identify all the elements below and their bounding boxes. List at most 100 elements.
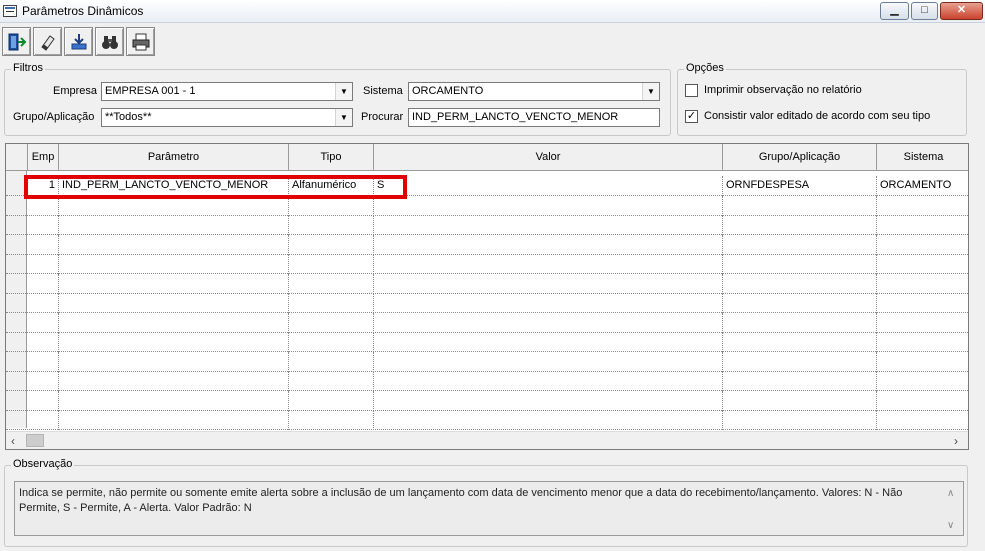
- table-cell-valor[interactable]: [374, 215, 723, 235]
- table-row[interactable]: [6, 234, 968, 255]
- table-cell-emp[interactable]: [28, 254, 59, 274]
- column-header-tipo[interactable]: Tipo: [289, 144, 374, 171]
- table-row[interactable]: [6, 332, 968, 352]
- procurar-input[interactable]: IND_PERM_LANCTO_VENCTO_MENOR: [408, 108, 660, 127]
- table-cell-parametro[interactable]: [59, 293, 289, 313]
- table-row[interactable]: [6, 371, 968, 391]
- empresa-select[interactable]: EMPRESA 001 - 1 ▼: [101, 82, 353, 101]
- table-cell-grupo[interactable]: [723, 234, 877, 255]
- table-cell-emp[interactable]: [28, 293, 59, 313]
- table-row[interactable]: [6, 215, 968, 235]
- column-header-emp[interactable]: Emp: [28, 144, 59, 171]
- scroll-right-icon[interactable]: ›: [954, 434, 958, 448]
- table-cell-parametro[interactable]: [59, 351, 289, 372]
- table-cell-grupo[interactable]: ORNFDESPESA: [723, 176, 877, 196]
- table-cell-tipo[interactable]: [289, 293, 374, 313]
- table-cell-grupo[interactable]: [723, 312, 877, 333]
- table-row[interactable]: [6, 390, 968, 411]
- table-cell-valor[interactable]: [374, 234, 723, 255]
- table-cell-emp[interactable]: [28, 371, 59, 391]
- table-row[interactable]: [6, 254, 968, 274]
- table-cell-emp[interactable]: [28, 273, 59, 294]
- clear-button[interactable]: [33, 27, 62, 56]
- table-cell-valor[interactable]: [374, 254, 723, 274]
- table-cell-sistema[interactable]: [877, 293, 968, 313]
- table-cell-emp[interactable]: [28, 215, 59, 235]
- table-cell-tipo[interactable]: [289, 254, 374, 274]
- table-cell-grupo[interactable]: [723, 215, 877, 235]
- table-cell-grupo[interactable]: [723, 254, 877, 274]
- table-cell-tipo[interactable]: [289, 234, 374, 255]
- table-cell-sistema[interactable]: [877, 215, 968, 235]
- table-cell-valor[interactable]: [374, 390, 723, 411]
- scroll-thumb[interactable]: [26, 434, 44, 447]
- table-cell-sistema[interactable]: [877, 391, 968, 411]
- grupo-select[interactable]: **Todos** ▼: [101, 108, 353, 127]
- table-cell-tipo[interactable]: [289, 371, 374, 391]
- column-header-sistema[interactable]: Sistema: [877, 144, 968, 171]
- table-cell-tipo[interactable]: [289, 390, 374, 411]
- search-button[interactable]: [95, 27, 124, 56]
- chevron-down-icon[interactable]: ▼: [642, 83, 659, 100]
- chevron-down-icon[interactable]: ▼: [335, 83, 352, 100]
- table-cell-tipo[interactable]: [289, 273, 374, 294]
- table-cell-sistema[interactable]: [877, 274, 968, 294]
- table-cell-grupo[interactable]: [723, 195, 877, 216]
- chevron-down-icon[interactable]: ▼: [335, 109, 352, 126]
- table-cell-grupo[interactable]: [723, 332, 877, 352]
- imprimir-checkbox[interactable]: [685, 84, 698, 97]
- table-cell-valor[interactable]: [374, 273, 723, 294]
- export-button[interactable]: [64, 27, 93, 56]
- column-header-parametro[interactable]: Parâmetro: [59, 144, 289, 171]
- table-cell-emp[interactable]: [28, 410, 59, 430]
- table-cell-emp[interactable]: [28, 312, 59, 333]
- table-cell-tipo[interactable]: [289, 312, 374, 333]
- table-row[interactable]: [6, 312, 968, 333]
- table-cell-valor[interactable]: [374, 351, 723, 372]
- table-cell-tipo[interactable]: [289, 351, 374, 372]
- table-cell-tipo[interactable]: [289, 215, 374, 235]
- minimize-button[interactable]: ▁: [880, 2, 909, 20]
- table-cell-grupo[interactable]: [723, 371, 877, 391]
- consistir-checkbox[interactable]: ✓: [685, 110, 698, 123]
- table-cell-grupo[interactable]: [723, 273, 877, 294]
- table-cell-sistema[interactable]: [877, 254, 968, 274]
- table-cell-valor[interactable]: [374, 332, 723, 352]
- scroll-left-icon[interactable]: ‹: [11, 434, 15, 448]
- close-button[interactable]: ✕: [940, 2, 983, 20]
- table-cell-sistema[interactable]: ORCAMENTO: [877, 176, 968, 196]
- observacao-text-area[interactable]: Indica se permite, não permite ou soment…: [14, 481, 964, 536]
- table-cell-tipo[interactable]: [289, 332, 374, 352]
- table-cell-grupo[interactable]: [723, 390, 877, 411]
- scroll-down-icon[interactable]: ∨: [947, 518, 954, 533]
- vertical-scrollbar[interactable]: ∧ ∨: [944, 484, 961, 533]
- table-cell-parametro[interactable]: [59, 273, 289, 294]
- table-cell-grupo[interactable]: [723, 293, 877, 313]
- table-cell-parametro[interactable]: [59, 312, 289, 333]
- table-cell-emp[interactable]: [28, 234, 59, 255]
- scroll-up-icon[interactable]: ∧: [947, 486, 954, 501]
- table-cell-tipo[interactable]: [289, 410, 374, 430]
- table-cell-parametro[interactable]: [59, 371, 289, 391]
- table-cell-valor[interactable]: [374, 312, 723, 333]
- table-cell-emp[interactable]: [28, 351, 59, 372]
- table-cell-parametro[interactable]: [59, 234, 289, 255]
- column-header-valor[interactable]: Valor: [374, 144, 723, 171]
- table-cell-parametro[interactable]: [59, 390, 289, 411]
- table-row[interactable]: [6, 410, 968, 430]
- table-cell-parametro[interactable]: [59, 332, 289, 352]
- table-cell-emp[interactable]: [28, 390, 59, 411]
- table-cell-valor[interactable]: [374, 371, 723, 391]
- sistema-select[interactable]: ORCAMENTO ▼: [408, 82, 660, 101]
- table-cell-sistema[interactable]: [877, 410, 968, 430]
- horizontal-scrollbar[interactable]: ‹ ›: [6, 431, 968, 449]
- table-row[interactable]: [6, 273, 968, 294]
- table-row[interactable]: [6, 351, 968, 372]
- table-cell-sistema[interactable]: [877, 196, 968, 216]
- table-cell-parametro[interactable]: [59, 254, 289, 274]
- exit-button[interactable]: [2, 27, 31, 56]
- table-cell-sistema[interactable]: [877, 332, 968, 352]
- table-cell-valor[interactable]: S: [374, 176, 723, 196]
- table-cell-parametro[interactable]: [59, 410, 289, 430]
- table-row[interactable]: [6, 293, 968, 313]
